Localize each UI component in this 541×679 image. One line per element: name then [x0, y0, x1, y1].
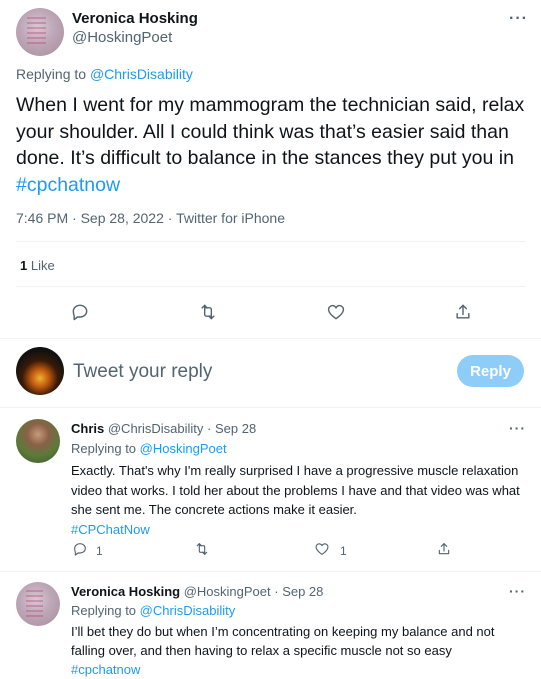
retweet-icon[interactable] [196, 300, 220, 324]
share-icon[interactable] [451, 300, 475, 324]
reply-input[interactable]: Tweet your reply [73, 361, 212, 383]
current-user-avatar [16, 347, 64, 395]
replying-to-link[interactable]: @ChrisDisability [140, 603, 236, 618]
reply-author-handle[interactable]: @ChrisDisability [108, 421, 204, 436]
author-name[interactable]: Veronica Hosking [72, 10, 198, 27]
reply-avatar[interactable] [16, 419, 60, 463]
reply-header: Chris @ChrisDisability · Sep 28 [71, 421, 256, 436]
more-icon[interactable]: ··· [509, 583, 526, 599]
author-avatar[interactable] [16, 8, 64, 56]
reply-date[interactable]: · Sep 28 [274, 584, 323, 599]
reply-author-name[interactable]: Chris [71, 421, 104, 436]
hashtag-link[interactable]: #CPChatNow [71, 522, 150, 537]
reply-author-name[interactable]: Veronica Hosking [71, 584, 180, 599]
replying-to-link[interactable]: @ChrisDisability [90, 66, 193, 82]
divider [16, 241, 526, 242]
divider [0, 338, 541, 339]
like-stats[interactable]: 1 Like [20, 258, 55, 273]
replying-prefix: Replying to [71, 441, 137, 456]
divider [0, 571, 541, 572]
retweet-icon[interactable] [193, 540, 211, 558]
more-icon[interactable]: ··· [509, 10, 528, 28]
hashtag-link[interactable]: #cpchatnow [71, 662, 140, 677]
likes-label: Like [30, 258, 55, 273]
reply-header: Veronica Hosking @HoskingPoet · Sep 28 [71, 584, 323, 599]
replying-prefix: Replying to [71, 603, 137, 618]
divider [16, 286, 526, 287]
reply-icon[interactable] [68, 300, 92, 324]
reply-author-handle[interactable]: @HoskingPoet [184, 584, 271, 599]
reply-text: I’ll bet they do but when I’m concentrat… [71, 622, 531, 679]
like-icon[interactable] [313, 540, 331, 558]
reply-replying-to: Replying to @ChrisDisability [71, 603, 235, 618]
tweet-text: When I went for my mammogram the technic… [16, 92, 528, 198]
divider [0, 407, 541, 408]
replying-to: Replying to @ChrisDisability [16, 66, 193, 82]
reply-body: Exactly. That's why I'm really surprised… [71, 463, 520, 517]
reply-text: Exactly. That's why I'm really surprised… [71, 461, 531, 539]
reply-count: 1 [96, 544, 103, 558]
reply-icon[interactable] [71, 540, 89, 558]
replying-to-link[interactable]: @HoskingPoet [140, 441, 227, 456]
like-icon[interactable] [324, 300, 348, 324]
reply-date[interactable]: · Sep 28 [207, 421, 256, 436]
tweet-body: When I went for my mammogram the technic… [16, 94, 525, 169]
more-icon[interactable]: ··· [509, 420, 526, 436]
replying-prefix: Replying to [16, 66, 87, 82]
hashtag-link[interactable]: #cpchatnow [16, 174, 120, 196]
reply-avatar[interactable] [16, 582, 60, 626]
author-handle[interactable]: @HoskingPoet [72, 29, 172, 46]
reply-button[interactable]: Reply [457, 355, 524, 387]
likes-count: 1 [20, 258, 28, 273]
like-count: 1 [340, 544, 347, 558]
reply-body: I’ll bet they do but when I’m concentrat… [71, 624, 495, 658]
reply-replying-to: Replying to @HoskingPoet [71, 441, 227, 456]
share-icon[interactable] [435, 540, 453, 558]
tweet-timestamp[interactable]: 7:46 PM · Sep 28, 2022 · Twitter for iPh… [16, 210, 285, 226]
